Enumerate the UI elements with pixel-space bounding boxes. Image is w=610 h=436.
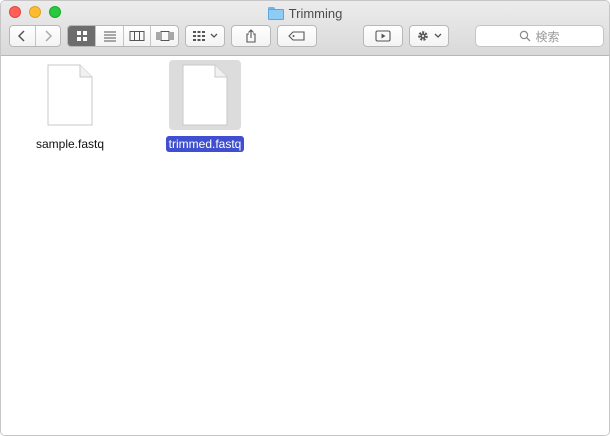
folder-icon [267,6,284,20]
window-title-text: Trimming [288,5,343,21]
play-icon [375,30,391,42]
back-button[interactable] [10,26,35,46]
chevron-down-icon [434,33,442,38]
file-icon-container [169,60,241,130]
view-gallery-button[interactable] [150,26,178,46]
titlebar: Trimming 検索 [1,1,609,56]
file-name-label: trimmed.fastq [165,136,245,152]
list-icon [103,31,116,42]
chevron-down-icon [210,33,218,38]
search-placeholder: 検索 [535,29,560,44]
group-by-button[interactable] [185,25,225,47]
search-field[interactable]: 検索 [475,25,604,47]
search-icon [520,30,531,42]
share-icon [246,29,256,43]
window-title: Trimming [1,5,609,21]
view-columns-button[interactable] [122,26,151,46]
gallery-icon [156,31,174,41]
view-list-button[interactable] [95,26,123,46]
columns-icon [129,31,145,41]
tag-icon [288,31,305,41]
tag-button[interactable] [277,25,317,47]
file-name-label: sample.fastq [35,137,105,151]
gear-icon [418,31,428,41]
file-item-sample[interactable]: sample.fastq [15,60,125,160]
document-icon [47,64,93,126]
forward-button[interactable] [34,26,60,46]
file-browser-area[interactable]: sample.fastq trimmed.fastq [1,56,609,435]
quick-look-button[interactable] [363,25,403,47]
navigation-segment [9,25,61,47]
finder-window: Trimming 検索 sample.fastq trimmed.fastq [0,0,610,436]
chevron-left-icon [18,30,26,42]
file-item-trimmed[interactable]: trimmed.fastq [150,60,260,160]
document-icon [182,64,228,126]
chevron-right-icon [45,30,53,42]
action-button[interactable] [409,25,449,47]
group-grid-icon [193,31,205,41]
view-mode-segment [67,25,179,47]
view-icons-button[interactable] [68,26,96,46]
file-icon-container [34,60,106,130]
share-button[interactable] [231,25,271,47]
icon-grid-icon [76,31,87,41]
